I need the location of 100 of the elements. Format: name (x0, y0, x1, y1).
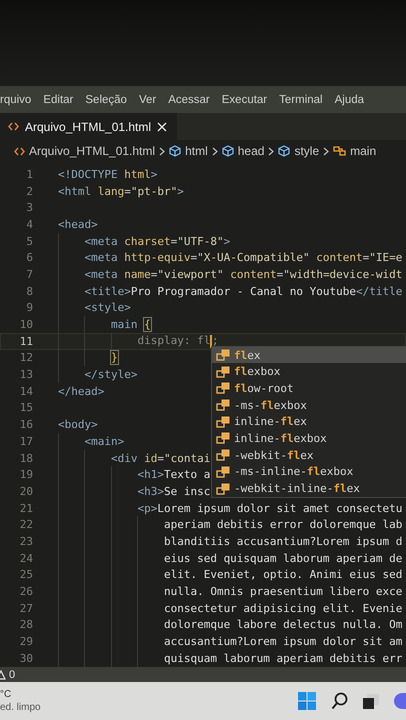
tab-label: Arquivo_HTML_01.html (25, 120, 152, 134)
code-line: <meta http-equiv="X-UA-Compatible" content="IE=e (83, 251, 402, 264)
line-number: 30 (18, 652, 33, 665)
code-line: <h1>Texto a (136, 468, 210, 482)
code-line: quisquam laborum aperiam debitis err (162, 652, 402, 665)
line-number: 11 (18, 334, 33, 348)
code-line: <main> (83, 434, 124, 448)
code-line: consectetur adipisicing elit. Evenie (162, 602, 402, 615)
weather-temperature: °C (0, 688, 12, 701)
code-line: </style> (83, 368, 138, 382)
suggestion-item[interactable]: inline-flex (212, 413, 406, 430)
code-file-icon (8, 122, 19, 131)
value-icon (216, 349, 230, 362)
code-line: } (110, 351, 118, 364)
breadcrumb-item[interactable]: head (238, 144, 264, 158)
close-icon[interactable] (157, 122, 168, 132)
line-number: 17 (18, 434, 33, 448)
breadcrumb-item[interactable]: html (185, 144, 208, 158)
code-line: <html lang="pt-br"> (58, 184, 184, 198)
code-line: <style> (83, 301, 131, 314)
chevron-icon (323, 146, 330, 156)
code-line: <head> (58, 218, 98, 231)
menu-item[interactable]: rquivo (0, 94, 32, 106)
line-number: 22 (18, 518, 33, 532)
windows-start-icon[interactable] (298, 692, 316, 710)
value-icon (216, 466, 230, 478)
code-line: <body> (58, 418, 98, 432)
code-line: <div id="contai (110, 452, 210, 465)
suggestion-item[interactable]: flexbox (212, 363, 406, 380)
value-icon (216, 432, 230, 444)
breadcrumb-item[interactable]: style (294, 144, 320, 158)
menu-item[interactable]: Ver (138, 94, 156, 106)
menu-item[interactable]: Seleção (85, 94, 127, 106)
chevron-icon (159, 146, 166, 156)
chevron-icon (212, 146, 218, 156)
chat-icon[interactable] (394, 692, 406, 710)
cube-icon (222, 145, 234, 157)
value-icon (216, 382, 230, 394)
code-line: <meta charset="UTF-8"> (83, 234, 230, 248)
code-line: <title>Pro Programador - Canal no Youtube</title (83, 284, 402, 298)
line-number: 25 (18, 568, 33, 582)
line-number: 12 (18, 351, 33, 364)
menu-item[interactable]: Terminal (279, 94, 323, 106)
suggestion-item[interactable]: flow-root (212, 380, 406, 397)
chevron-icon (268, 146, 274, 156)
line-number: 9 (25, 301, 33, 314)
menu-item[interactable]: Executar (222, 94, 268, 106)
cube-icon (278, 145, 290, 157)
cube-icon (169, 145, 182, 157)
line-number: 18 (18, 452, 33, 465)
value-icon (216, 449, 230, 462)
menu-item[interactable]: Editar (43, 94, 74, 106)
search-icon[interactable] (331, 692, 348, 710)
line-number: 7 (25, 268, 33, 281)
code-line: main { (110, 318, 151, 332)
breadcrumb-item[interactable]: main (350, 144, 376, 158)
code-line: doloremque labore delectus nulla. Om (162, 618, 402, 632)
code-line: aperiam debitis error doloremque lab (162, 518, 402, 532)
line-number: 26 (18, 585, 33, 598)
code-line: <h3>Se insc (136, 484, 210, 498)
line-number: 14 (18, 384, 33, 398)
warning-count: 0 (9, 668, 16, 680)
code-line: nulla. Omnis praesentium libero exce (162, 585, 402, 598)
menu-item[interactable]: Ajuda (334, 94, 364, 106)
line-number: 10 (18, 318, 33, 332)
line-number: 19 (18, 468, 33, 482)
code-line: blanditiis accusantium?Lorem ipsum d (162, 534, 402, 548)
line-number: 20 (18, 484, 33, 498)
value-icon (216, 399, 230, 412)
suggestion-item[interactable]: -ms-flexbox (212, 396, 406, 414)
code-line: accusantium?Lorem ipsum dolor sit am (162, 635, 402, 648)
suggestion-item[interactable]: flex (212, 346, 406, 364)
breadcrumb-item[interactable]: Arquivo_HTML_01.html (29, 144, 156, 158)
line-number: 6 (25, 251, 33, 264)
suggestion-item[interactable]: -webkit-inline-flex (212, 480, 406, 497)
suggestion-item[interactable]: -webkit-flex (212, 446, 406, 464)
code-line: elit. Eveniet, optio. Animi eius sed (162, 568, 402, 582)
code-line: display: fl; (136, 334, 218, 348)
code-line: <meta name="viewport" content="width=device-widt (83, 268, 402, 281)
line-number: 2 (25, 184, 33, 198)
line-number: 28 (18, 618, 33, 632)
line-number: 27 (18, 602, 33, 615)
code-line: <p>Lorem ipsum dolor sit amet consectetu (136, 502, 402, 515)
suggestion-item[interactable]: -ms-inline-flexbox (212, 464, 406, 480)
line-number: 8 (25, 284, 33, 298)
menu-item[interactable]: Acessar (168, 94, 210, 106)
line-number: 13 (18, 368, 33, 382)
line-number: 15 (18, 401, 33, 414)
code-line: <!DOCTYPE html> (58, 168, 158, 181)
line-number: 21 (18, 502, 33, 515)
line-number: 5 (25, 234, 33, 248)
line-number: 24 (18, 552, 33, 565)
task-view-icon[interactable] (363, 694, 379, 708)
line-number: 23 (18, 534, 33, 548)
line-number: 29 (18, 635, 33, 648)
code-file-icon (14, 146, 25, 156)
code-line: eius sed quisquam laborum aperiam de (162, 552, 402, 565)
warning-icon (0, 670, 6, 680)
suggestion-item[interactable]: inline-flexbox (212, 430, 406, 447)
editor-tab[interactable]: Arquivo_HTML_01.html (0, 113, 178, 140)
